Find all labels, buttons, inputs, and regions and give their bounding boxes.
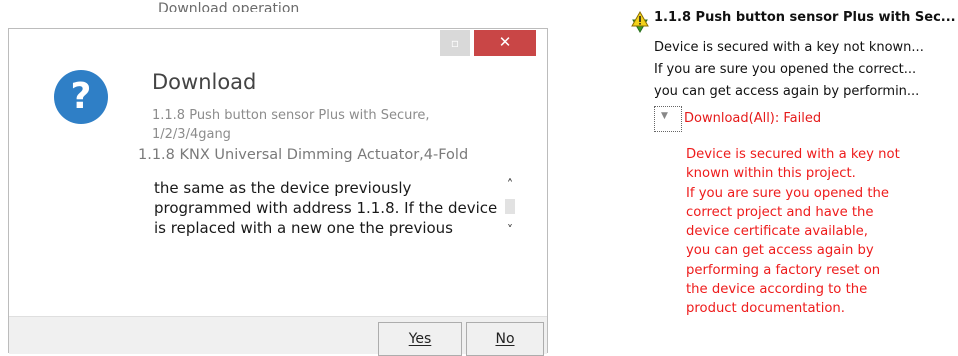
restore-button[interactable]: ▫ [440,30,470,56]
device-name-primary: 1.1.8 Push button sensor Plus with Secur… [152,108,430,142]
tree-line: If you are sure you opened the correct..… [654,62,917,77]
download-arrow-icon [631,10,649,33]
expand-toggle[interactable] [654,106,682,132]
expand-arrow-icon[interactable]: ▼ [661,111,668,121]
no-button[interactable]: No [466,322,544,356]
dialog-top-border [8,28,548,29]
no-button-label: No [495,331,515,347]
dialog-left-border [8,28,9,353]
scroll-up-icon[interactable]: ˄ [504,179,516,192]
background-window-title: Download operation [158,2,300,12]
error-line: correct project and have the [686,204,874,220]
error-line: performing a factory reset on [686,262,881,278]
dialog-right-border [547,28,548,353]
download-status-node[interactable]: Download(All): Failed [684,111,821,126]
close-button[interactable]: ✕ [474,30,536,56]
tree-root-device[interactable]: 1.1.8 Push button sensor Plus with Sec..… [654,10,956,25]
download-dialog: Download operation ▫ ✕ ? Download 1.1.8 … [8,0,548,356]
error-line: product documentation. [686,301,845,317]
warning-download-icon [629,10,651,38]
error-details: Device is secured with a key not known w… [686,145,926,319]
yes-button[interactable]: Yes [378,322,462,356]
error-line: Device is secured with a key not [686,147,900,162]
details-text: the same as the device previously progra… [154,178,499,238]
error-line: device certificate available, [686,224,868,240]
error-line: you can get access again by [686,243,874,259]
close-icon: ✕ [498,33,512,51]
details-line: programmed with address 1.1.8. If the de… [154,199,498,217]
error-line: If you are sure you opened the [686,185,889,201]
error-line: the device according to the [686,282,868,298]
details-line: is replaced with a new one the previous [154,219,453,237]
restore-icon: ▫ [450,36,460,50]
yes-button-label: Yes [408,331,432,347]
error-line: known within this project. [686,166,856,182]
details-line: the same as the device previously [154,179,412,197]
dialog-title: Download [152,70,257,94]
tree-line: you can get access again by performin... [654,84,920,99]
question-icon: ? [54,70,108,124]
scrollbar-thumb[interactable] [505,199,515,214]
scroll-down-icon[interactable]: ˅ [504,224,516,236]
device-name-secondary: 1.1.8 KNX Universal Dimming Actuator,4-F… [138,147,469,163]
details-textbox[interactable]: the same as the device previously progra… [146,178,520,250]
tree-line: Device is secured with a key not known..… [654,40,924,55]
